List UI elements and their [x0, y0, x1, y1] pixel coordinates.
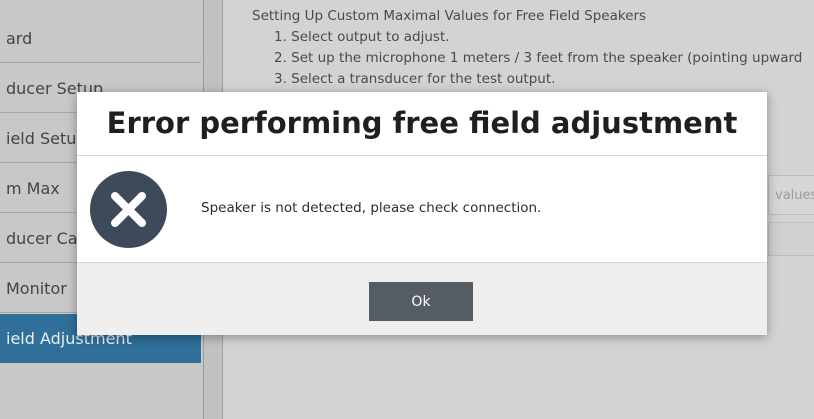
instruction-step: 1. Select output to adjust. [274, 29, 450, 45]
values-toolbar [768, 222, 814, 256]
dialog-footer: Ok [77, 263, 767, 335]
dialog-body: Speaker is not detected, please check co… [77, 156, 767, 263]
dialog-title: Error performing free field adjustment [77, 92, 767, 156]
error-x-icon [90, 171, 167, 248]
instructions-title: Setting Up Custom Maximal Values for Fre… [252, 8, 647, 24]
error-dialog: Error performing free field adjustment S… [77, 92, 767, 335]
ok-button[interactable]: Ok [369, 282, 473, 321]
instruction-step: 3. Select a transducer for the test outp… [274, 71, 556, 87]
instruction-step: 2. Set up the microphone 1 meters / 3 fe… [274, 50, 803, 66]
instructions: Setting Up Custom Maximal Values for Fre… [252, 6, 814, 90]
sidebar-item-wizard[interactable]: ard [0, 14, 201, 63]
values-field[interactable]: values [768, 175, 814, 215]
dialog-message: Speaker is not detected, please check co… [201, 200, 542, 216]
